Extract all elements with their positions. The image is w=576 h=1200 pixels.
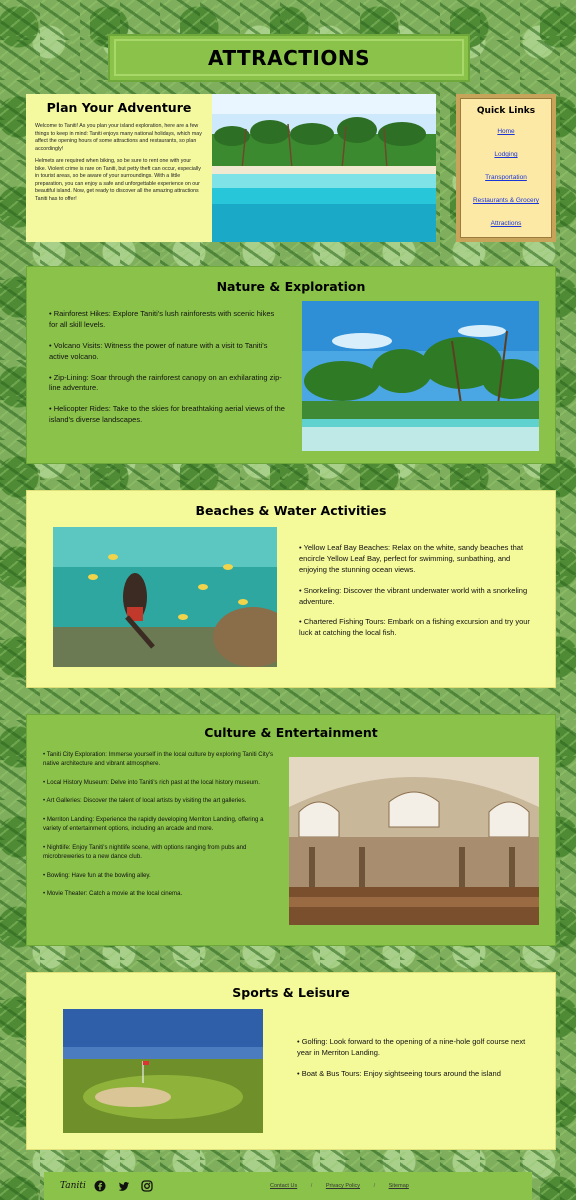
- footer-separator: /: [310, 1183, 313, 1189]
- quick-links-card: Quick Links Home Lodging Transportation …: [460, 98, 552, 238]
- museum-hall-image: [289, 757, 539, 925]
- facebook-icon[interactable]: [94, 1179, 106, 1192]
- culture-list: • Taniti City Exploration: Immerse yours…: [43, 751, 279, 909]
- list-item: • Golfing: Look forward to the opening o…: [297, 1037, 526, 1057]
- culture-title: Culture & Entertainment: [204, 725, 378, 740]
- twitter-icon[interactable]: [118, 1179, 130, 1191]
- sports-section: Sports & Leisure • Golfing: Look forward…: [26, 972, 556, 1150]
- intro-title: Plan Your Adventure: [46, 100, 192, 115]
- footer-logo: Taniti: [60, 1181, 86, 1191]
- sports-title: Sports & Leisure: [232, 985, 350, 1000]
- list-item: • Volcano Visits: Witness the power of n…: [49, 340, 268, 361]
- list-item: • Rainforest Hikes: Explore Taniti's lus…: [49, 309, 275, 329]
- quick-links-title: Quick Links: [476, 106, 536, 116]
- beaches-list: • Yellow Leaf Bay Beaches: Relax on the …: [299, 543, 535, 649]
- list-item: • Taniti City Exploration: Immerse yours…: [43, 751, 273, 767]
- golf-course-image: [63, 1009, 263, 1133]
- list-item: • Zip-Lining: Soar through the rainfores…: [49, 372, 282, 393]
- nature-section: Nature & Exploration • Rainforest Hikes:…: [26, 266, 556, 464]
- intro-panel: Plan Your Adventure Welcome to Taniti! A…: [26, 94, 212, 242]
- footer-link-privacy[interactable]: Privacy Policy: [326, 1183, 360, 1189]
- beaches-title: Beaches & Water Activities: [195, 503, 387, 518]
- nature-title: Nature & Exploration: [216, 279, 366, 294]
- instagram-icon[interactable]: [141, 1179, 153, 1192]
- list-item: • Movie Theater: Catch a movie at the lo…: [43, 890, 183, 898]
- list-item: • Snorkeling: Discover the vibrant under…: [299, 585, 528, 606]
- quick-link-transportation[interactable]: Transportation: [464, 174, 548, 181]
- list-item: • Bowling: Have fun at the bowling alley…: [43, 871, 151, 879]
- list-item: • Merriton Landing: Experience the rapid…: [43, 816, 264, 833]
- intro-paragraph-2: Helmets are required when biking, so be …: [35, 158, 201, 202]
- nature-list: • Rainforest Hikes: Explore Taniti's lus…: [49, 309, 285, 436]
- list-item: • Chartered Fishing Tours: Embark on a f…: [299, 617, 530, 638]
- page-title: ATTRACTIONS: [208, 45, 370, 70]
- culture-section: Culture & Entertainment • Taniti City Ex…: [26, 714, 556, 946]
- quick-link-restaurants[interactable]: Restaurants & Grocery: [464, 197, 548, 204]
- list-item: • Yellow Leaf Bay Beaches: Relax on the …: [299, 543, 524, 574]
- snorkeling-image: [53, 527, 277, 667]
- footer-link-sitemap[interactable]: Sitemap: [389, 1183, 409, 1189]
- nature-image: [302, 301, 539, 451]
- quick-link-home[interactable]: Home: [464, 128, 548, 135]
- list-item: • Boat & Bus Tours: Enjoy sightseeing to…: [297, 1068, 501, 1078]
- intro-paragraph-1: Welcome to Taniti! As you plan your isla…: [35, 123, 202, 152]
- header-frame: ATTRACTIONS: [114, 39, 464, 76]
- quick-links-panel: Quick Links Home Lodging Transportation …: [456, 94, 556, 242]
- beaches-section: Beaches & Water Activities • Yellow Leaf…: [26, 490, 556, 688]
- quick-link-attractions[interactable]: Attractions: [464, 220, 548, 227]
- footer-separator: /: [373, 1183, 376, 1189]
- sports-list: • Golfing: Look forward to the opening o…: [297, 1037, 533, 1090]
- list-item: • Art Galleries: Discover the talent of …: [43, 797, 247, 805]
- list-item: • Nightlife: Enjoy Taniti's nightlife sc…: [43, 843, 247, 860]
- list-item: • Local History Museum: Delve into Tanit…: [43, 778, 260, 786]
- footer: Taniti Contact Us / Privacy Policy / Sit…: [44, 1172, 532, 1200]
- footer-link-contact[interactable]: Contact Us: [270, 1183, 297, 1189]
- quick-link-lodging[interactable]: Lodging: [464, 151, 548, 158]
- footer-links: Contact Us / Privacy Policy / Sitemap: [270, 1183, 409, 1189]
- list-item: • Helicopter Rides: Take to the skies fo…: [49, 404, 285, 425]
- beach-image: [212, 94, 436, 242]
